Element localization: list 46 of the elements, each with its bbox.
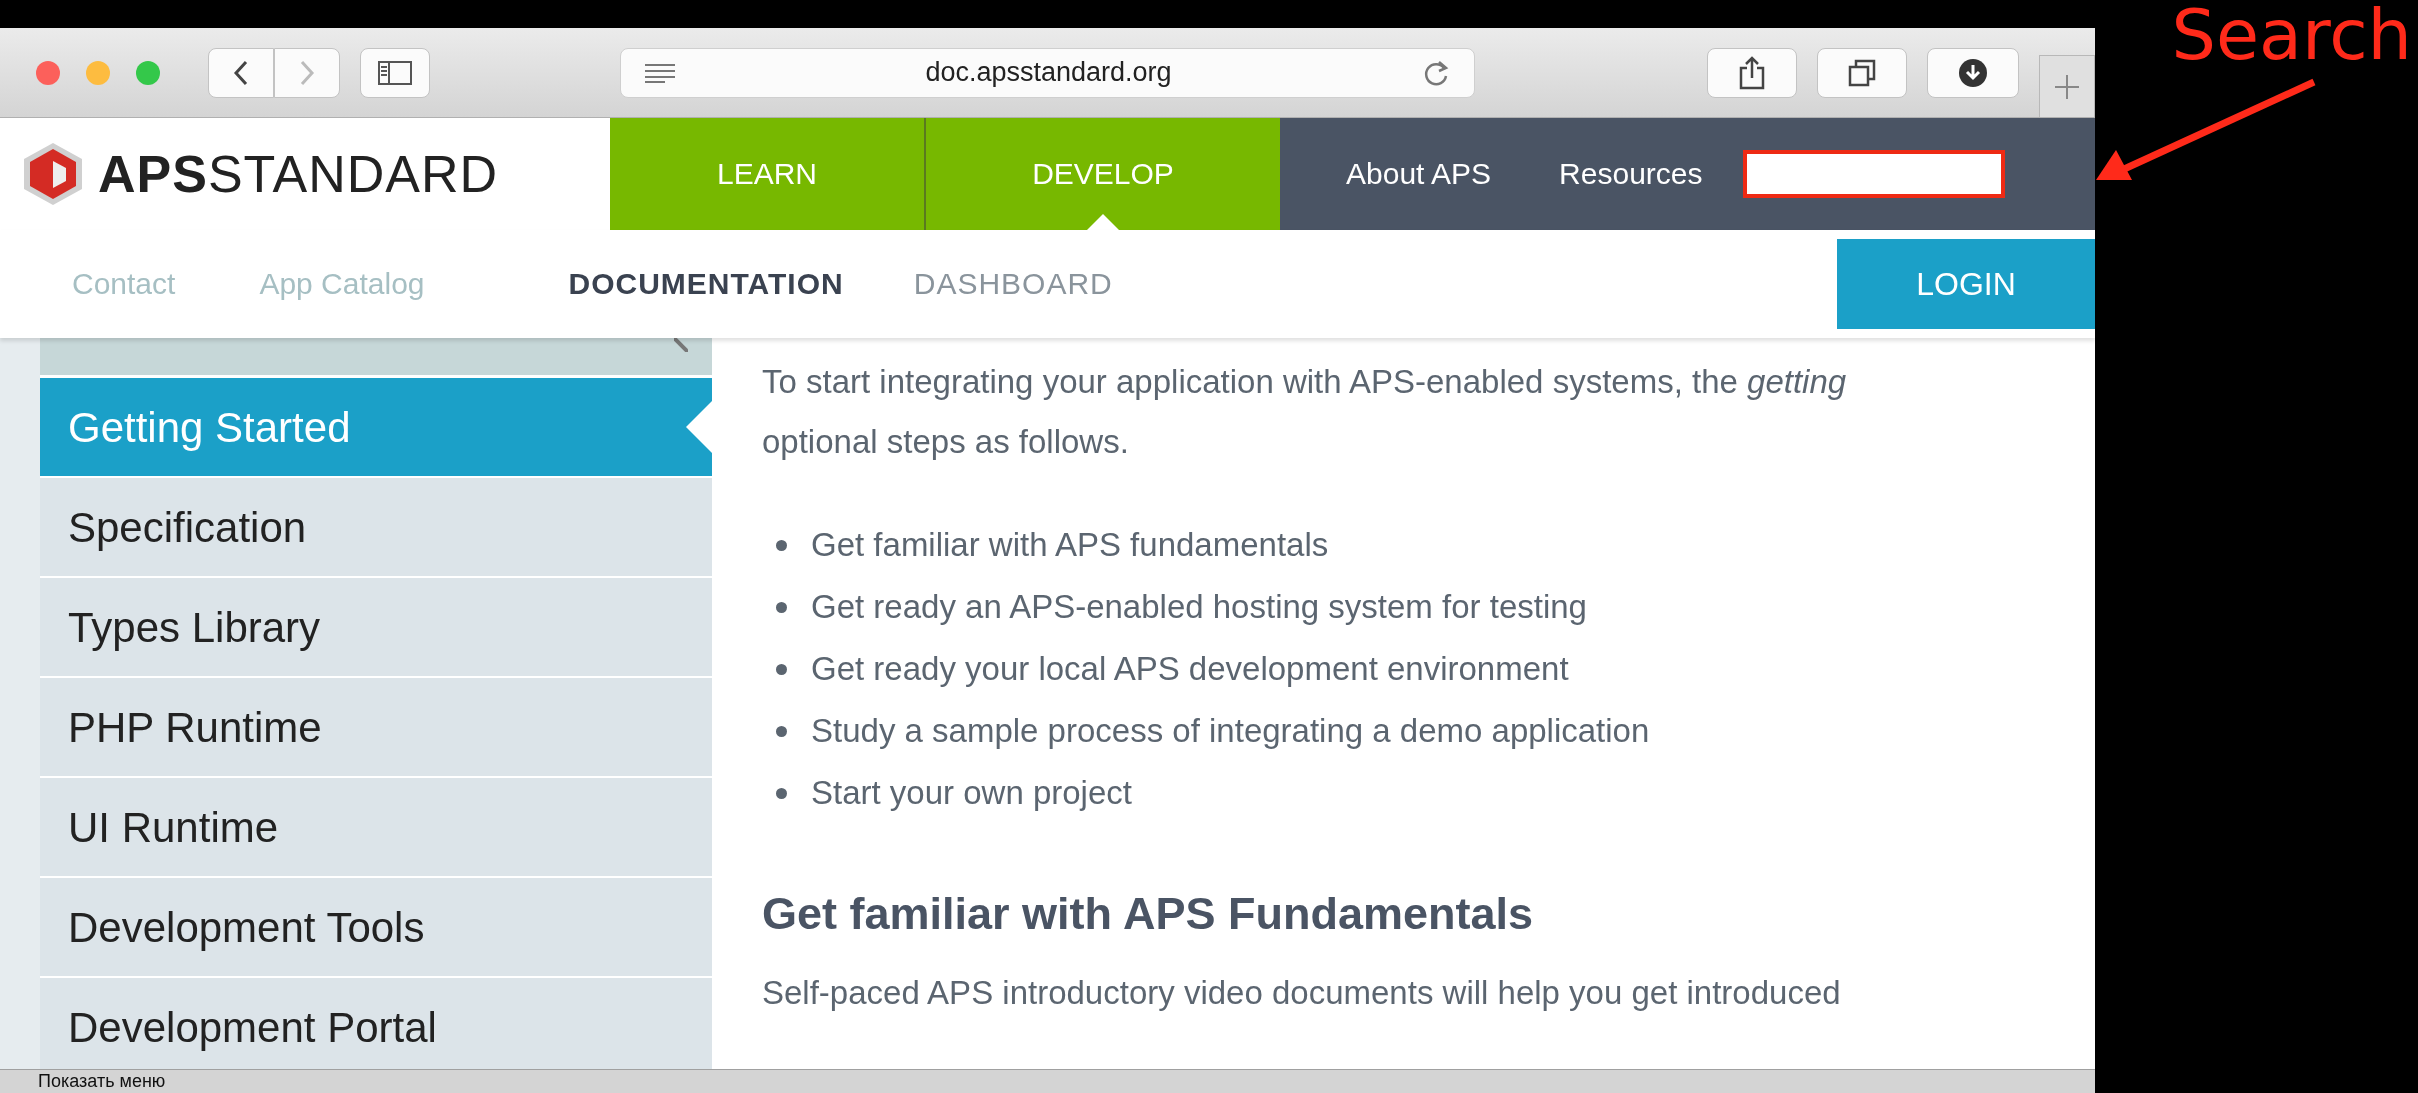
annotation-label: Search — [2171, 0, 2412, 76]
section-heading: Get familiar with APS Fundamentals — [762, 888, 1534, 940]
bullet-icon — [776, 539, 787, 551]
status-text: Показать меню — [38, 1071, 166, 1092]
bullet-icon — [776, 725, 787, 737]
share-button[interactable] — [1707, 47, 1797, 98]
sidebar-button[interactable] — [360, 47, 430, 98]
address-bar[interactable]: doc.apsstandard.org — [620, 47, 1475, 98]
tabs-button[interactable] — [1817, 47, 1907, 98]
intro-text: optional steps as follows. — [762, 422, 1130, 462]
list-item-text: Study a sample process of integrating a demo application — [811, 712, 1650, 750]
download-icon — [1958, 57, 1988, 88]
back-button[interactable] — [208, 47, 274, 98]
section-tab[interactable]: DOCUMENTATION — [568, 267, 844, 301]
sidebar-icon — [378, 60, 412, 85]
bullet-icon — [776, 601, 787, 613]
quick-search-field[interactable] — [40, 338, 712, 378]
paragraph-text: Self-paced APS introductory video documents will help you get introduced — [762, 974, 1842, 1012]
search-field[interactable] — [1742, 150, 2005, 198]
logo-text: APSSTANDARD — [98, 144, 499, 204]
intro-text: To start integrating your application with APS-enabled systems, the getting — [762, 362, 1848, 402]
list-item-text: Get ready your local APS development environment — [811, 650, 1569, 688]
back-icon — [232, 58, 250, 87]
logo-icon — [22, 141, 84, 207]
forward-icon — [298, 58, 316, 87]
sidebar-item[interactable]: Development Portal — [40, 978, 712, 1069]
nav-link[interactable]: Resources — [1525, 118, 1737, 230]
download-button[interactable] — [1927, 47, 2019, 98]
sidebar-item[interactable]: Types Library — [40, 578, 712, 678]
sidebar-item[interactable]: Development Tools — [40, 878, 712, 978]
tabs-icon — [1848, 58, 1876, 87]
sidebar-item[interactable]: UI Runtime — [40, 778, 712, 878]
sidebar-item[interactable]: Specification — [40, 478, 712, 578]
sidebar-item[interactable]: PHP Runtime — [40, 678, 712, 778]
list-item-text: Get familiar with APS fundamentals — [811, 526, 1329, 564]
share-icon — [1739, 55, 1765, 90]
reader-icon[interactable] — [645, 62, 675, 83]
plus-icon — [2054, 73, 2080, 100]
list-item-text: Start your own project — [811, 774, 1132, 812]
list-item-text: Get ready an APS-enabled hosting system for testing — [811, 588, 1587, 626]
nav-link[interactable]: About APS — [1312, 118, 1526, 230]
new-tab-button[interactable] — [2039, 55, 2095, 117]
bullet-icon — [776, 663, 787, 675]
bullet-icon — [776, 787, 787, 799]
close-button[interactable] — [36, 60, 60, 85]
address-text: doc.apsstandard.org — [925, 57, 1172, 88]
